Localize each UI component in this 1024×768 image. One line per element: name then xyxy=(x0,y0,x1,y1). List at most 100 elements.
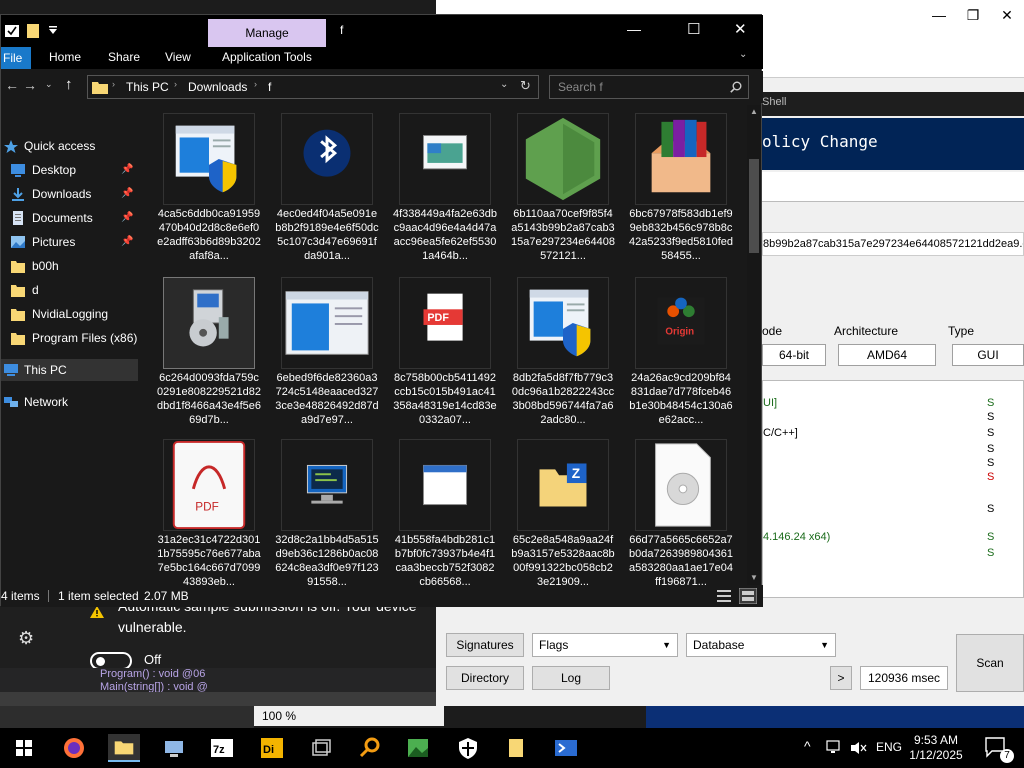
file-item[interactable]: 6ebed9f6de82360a3724c5148eaaced3273ce3e4… xyxy=(275,277,379,427)
details-view-icon[interactable] xyxy=(717,590,731,602)
minimize-button[interactable]: — xyxy=(627,21,641,37)
hash-field[interactable]: 8b99b2a87cab315a7e297234e64408572121dd2e… xyxy=(762,232,1024,256)
nav-item-pictures[interactable]: Pictures 📌 xyxy=(1,231,138,253)
editor-scrollbar[interactable] xyxy=(0,692,436,706)
scroll-down-icon[interactable]: ▼ xyxy=(747,573,761,582)
file-item[interactable]: Origin 24a26ac9cd209bf84831dae7d778fceb46… xyxy=(629,277,733,427)
search-input[interactable]: Search f xyxy=(549,75,749,99)
quick-access-toolbar-icon[interactable] xyxy=(5,23,65,39)
vertical-scrollbar[interactable]: ▲ ▼ xyxy=(747,105,761,585)
back-arrow-icon[interactable]: ← xyxy=(5,77,19,93)
bg-restore-button[interactable]: ❐ xyxy=(956,4,990,26)
nav-item-label: d xyxy=(32,283,39,297)
gear-icon[interactable]: ⚙ xyxy=(18,628,34,649)
search-app-icon[interactable] xyxy=(354,734,386,762)
nav-item-documents[interactable]: Documents 📌 xyxy=(1,207,138,229)
tab-view[interactable]: View xyxy=(165,50,191,64)
breadcrumb-f[interactable]: f xyxy=(268,80,271,94)
status-bar: 4 items 1 item selected 2.07 MB xyxy=(1,585,763,607)
nav-item-this-pc[interactable]: This PC xyxy=(1,359,138,381)
zoom-level[interactable]: 100 % xyxy=(254,706,444,726)
nav-item-program-files-x86[interactable]: Program Files (x86) xyxy=(1,327,138,349)
pdf-reader-icon: PDF xyxy=(163,439,255,531)
nav-item-b00h[interactable]: b00h xyxy=(1,255,138,277)
network-status-icon[interactable] xyxy=(826,740,844,756)
status-divider xyxy=(48,590,49,602)
windows-icon[interactable] xyxy=(304,734,336,762)
scan-button[interactable]: Scan xyxy=(956,634,1024,692)
more-button[interactable]: > xyxy=(830,666,852,690)
file-item[interactable]: 4f338449a4fa2e63dbc9aac4d96e4a4d47aacc96… xyxy=(393,113,497,263)
nav-item-desktop[interactable]: Desktop 📌 xyxy=(1,159,138,181)
firefox-icon[interactable] xyxy=(58,734,90,762)
breadcrumb-downloads[interactable]: Downloads xyxy=(188,80,247,94)
refresh-icon[interactable]: ↻ xyxy=(520,78,531,94)
database-dropdown-label: Database xyxy=(693,638,745,652)
log-button[interactable]: Log xyxy=(532,666,610,690)
chevron-down-icon[interactable]: ⌄ xyxy=(500,79,508,90)
file-name: 32d8c2a1bb4d5a515d9eb36c1286b0ac08624c8e… xyxy=(275,534,379,585)
file-item[interactable]: 8db2fa5d8f7fb779c30dc96a1b2822243cc3b08b… xyxy=(511,277,615,427)
file-item[interactable]: PDF 8c758b00cb5411492ccb15c015b491ac41358… xyxy=(393,277,497,427)
nav-item-d[interactable]: d xyxy=(1,279,138,301)
directory-button[interactable]: Directory xyxy=(446,666,524,690)
code-line-1: Program() : void @06 xyxy=(100,668,206,680)
7zip-icon[interactable]: 7z xyxy=(206,734,238,762)
photo-icon[interactable] xyxy=(402,734,434,762)
security-icon[interactable] xyxy=(452,734,484,762)
system-clock[interactable]: 9:53 AM 1/12/2025 xyxy=(904,733,968,763)
file-item[interactable]: 4ec0ed4f04a5e091eb8b2f9189e4e6f50dc5c107… xyxy=(275,113,379,263)
bg-minimize-button[interactable]: — xyxy=(922,4,956,26)
up-arrow-icon[interactable]: ↑ xyxy=(65,76,73,93)
close-button[interactable]: ✕ xyxy=(734,20,747,38)
file-item[interactable]: 41b558fa4bdb281c1b7bf0fc73937b4e4f1caa3b… xyxy=(393,439,497,585)
tab-file[interactable]: File xyxy=(1,47,31,69)
file-explorer-icon[interactable] xyxy=(108,734,140,762)
file-item[interactable]: 6c264d0093fda759c0291e808229521d82dbd1f8… xyxy=(157,277,261,427)
folder-icon[interactable] xyxy=(500,734,532,762)
pictures-icon xyxy=(11,236,25,248)
language-indicator[interactable]: ENG xyxy=(876,740,902,754)
nav-item-nvidialogging[interactable]: NvidiaLogging xyxy=(1,303,138,325)
zip-folder-icon: Z xyxy=(517,439,609,531)
file-item[interactable]: 6b110aa70cef9f85f4a5143b99b2a87cab315a7e… xyxy=(511,113,615,263)
file-item[interactable]: 66d77a5665c6652a7b0da7263989804361a58328… xyxy=(629,439,733,585)
large-icons-view-icon[interactable] xyxy=(739,588,757,604)
signatures-button[interactable]: Signatures xyxy=(446,633,524,657)
file-item[interactable]: 32d8c2a1bb4d5a515d9eb36c1286b0ac08624c8e… xyxy=(275,439,379,585)
scrollbar-thumb[interactable] xyxy=(749,159,759,253)
volume-muted-icon[interactable] xyxy=(850,740,868,756)
tab-application-tools[interactable]: Application Tools xyxy=(222,50,312,64)
scroll-up-icon[interactable]: ▲ xyxy=(747,107,761,116)
forward-arrow-icon[interactable]: → xyxy=(23,77,37,93)
database-dropdown[interactable]: Database ▼ xyxy=(686,633,836,657)
editor-status-strip xyxy=(0,706,254,728)
flags-dropdown[interactable]: Flags ▼ xyxy=(532,633,678,657)
result-flag: S xyxy=(987,531,995,543)
die-icon[interactable]: Di xyxy=(256,734,288,762)
breadcrumb-this-pc[interactable]: This PC xyxy=(126,80,169,94)
maximize-button[interactable]: ☐ xyxy=(687,20,700,38)
bg-close-button[interactable]: ✕ xyxy=(990,4,1024,26)
network-app-icon[interactable] xyxy=(158,734,190,762)
breadcrumb-chevron-icon: › xyxy=(112,79,115,89)
chevron-up-icon[interactable]: ^ xyxy=(804,738,811,754)
tab-manage[interactable]: Manage xyxy=(208,19,326,47)
file-item[interactable]: 6bc67978f583db1ef99eb832b456c978b8c42a52… xyxy=(629,113,733,263)
file-item[interactable]: Z 65c2e8a548a9aa24fb9a3157e5328aac8b00f99… xyxy=(511,439,615,585)
file-item[interactable]: 4ca5c6ddb0ca91959470b40d2d8c8e6ef0e2adff… xyxy=(157,113,261,263)
nav-item-network[interactable]: Network xyxy=(1,391,138,413)
chevron-down-icon[interactable]: ⌄ xyxy=(739,49,747,60)
nav-item-downloads[interactable]: Downloads 📌 xyxy=(1,183,138,205)
tab-share[interactable]: Share xyxy=(108,50,140,64)
tab-home[interactable]: Home xyxy=(49,50,81,64)
powershell-banner: olicy Change xyxy=(762,118,1024,170)
address-bar[interactable]: › This PC › Downloads › f ⌄ ↻ xyxy=(87,75,539,99)
file-item[interactable]: PDF 31a2ec31c4722d3011b75595c76e677aba7e5… xyxy=(157,439,261,585)
nav-item-quick-access[interactable]: Quick access xyxy=(1,135,138,157)
windows-start-icon[interactable] xyxy=(8,734,40,762)
recent-locations-icon[interactable]: ⌄ xyxy=(45,79,53,90)
pc-icon xyxy=(4,364,18,376)
nav-item-label: Documents xyxy=(32,211,93,225)
powershell-icon[interactable] xyxy=(550,734,582,762)
